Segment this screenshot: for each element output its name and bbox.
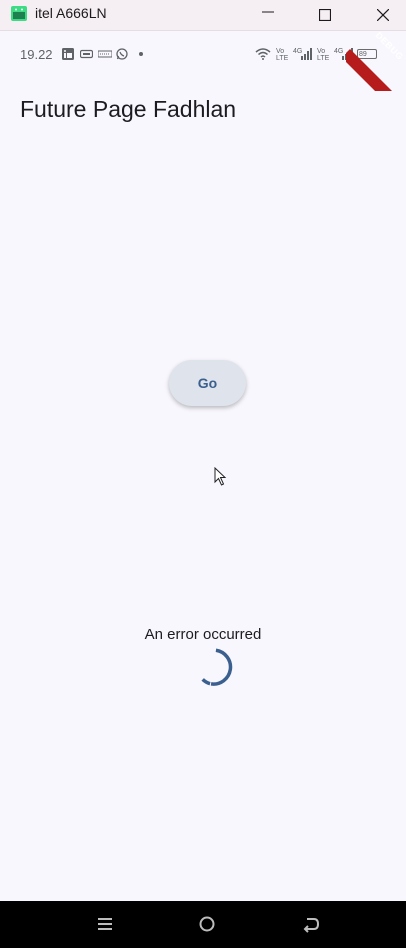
android-icon — [11, 6, 27, 21]
back-icon[interactable] — [301, 914, 321, 934]
minimize-icon — [262, 11, 274, 13]
notification-dot-icon — [139, 52, 143, 56]
linkedin-icon — [62, 48, 74, 60]
loading-spinner-icon — [201, 648, 233, 686]
window-title: itel A666LN — [35, 5, 107, 21]
page-title: Future Page Fadhlan — [20, 96, 237, 122]
status-message: An error occurred — [144, 626, 262, 643]
minimize-button[interactable] — [245, 0, 291, 30]
debug-banner: DEBUG — [346, 31, 406, 91]
maximize-icon — [319, 9, 331, 21]
go-button[interactable]: Go — [169, 360, 246, 406]
navigation-bar — [0, 901, 406, 948]
signal-4g-icon — [301, 48, 312, 60]
volte-label-2: Vo LTE — [317, 48, 330, 62]
home-icon[interactable] — [197, 914, 217, 934]
mouse-cursor-icon — [214, 467, 227, 486]
volte-label: Vo LTE — [276, 48, 289, 62]
whatsapp-icon — [116, 48, 128, 60]
wifi-icon — [255, 48, 271, 60]
status-time: 19.22 — [20, 47, 53, 62]
card-icon — [80, 49, 93, 59]
close-button[interactable] — [360, 0, 406, 30]
dots-icon — [98, 50, 112, 58]
maximize-button[interactable] — [302, 0, 348, 30]
close-icon — [377, 9, 389, 21]
window-titlebar: itel A666LN — [0, 0, 406, 31]
menu-icon[interactable] — [95, 914, 115, 934]
debug-label: DEBUG — [373, 31, 406, 62]
